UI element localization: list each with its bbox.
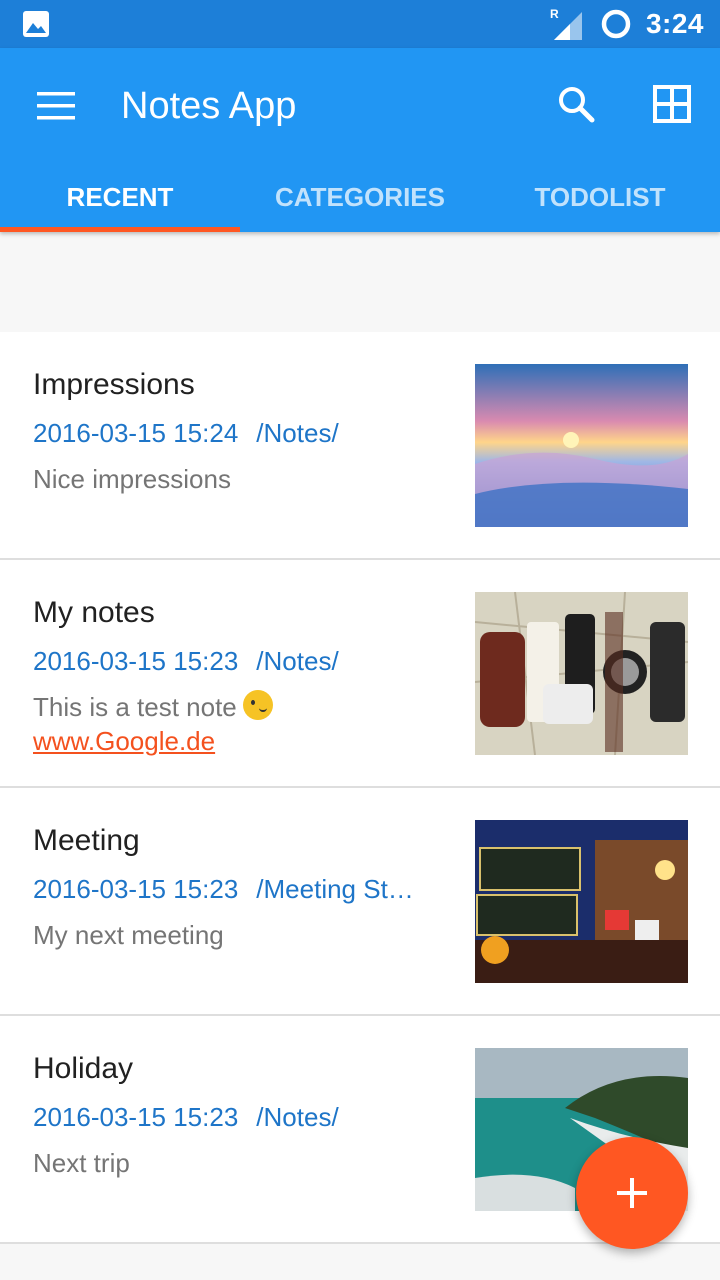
tab-categories[interactable]: CATEGORIES: [240, 164, 480, 232]
tab-bar: RECENT CATEGORIES TODOLIST: [0, 164, 720, 232]
status-time: 3:24: [645, 8, 704, 39]
note-body: Next trip: [33, 1148, 130, 1178]
note-title: My notes: [33, 596, 155, 629]
note-meta: 2016-03-15 15:23/Notes/: [33, 646, 443, 677]
note-date: 2016-03-15 15:23: [33, 646, 239, 676]
note-card-impressions[interactable]: Impressions 2016-03-15 15:24/Notes/ Nice…: [0, 332, 720, 560]
note-meta: 2016-03-15 15:24/Notes/: [33, 418, 443, 449]
tab-todolist[interactable]: TODOLIST: [480, 164, 720, 232]
image-icon: [23, 11, 49, 37]
note-category: /Notes/: [256, 1102, 339, 1132]
note-thumbnail-street: [475, 820, 688, 983]
note-title: Holiday: [33, 1052, 134, 1085]
menu-icon[interactable]: [36, 88, 76, 124]
note-date: 2016-03-15 15:23: [33, 874, 239, 904]
add-note-button[interactable]: [576, 1137, 688, 1249]
note-title: Impressions: [33, 368, 195, 401]
note-title: Meeting: [33, 824, 140, 857]
note-body-text: This is a test note: [33, 692, 237, 722]
note-card-meeting[interactable]: Meeting 2016-03-15 15:23/Meeting St… My …: [0, 788, 720, 1016]
app-bar: Notes App RECENT CATEGORIES TODOLIST: [0, 48, 720, 232]
note-date: 2016-03-15 15:23: [33, 1102, 239, 1132]
note-category: /Meeting St…: [256, 874, 414, 904]
svg-text:R: R: [550, 7, 559, 21]
note-body: Nice impressions: [33, 464, 231, 494]
note-date: 2016-03-15 15:24: [33, 418, 239, 448]
note-thumbnail-gadgets: [475, 592, 688, 755]
note-category: /Notes/: [256, 646, 339, 676]
wink-emoji-icon: [242, 690, 273, 720]
app-title: Notes App: [121, 85, 297, 127]
grid-view-icon[interactable]: [652, 84, 692, 124]
note-card-my-notes[interactable]: My notes 2016-03-15 15:23/Notes/ This is…: [0, 560, 720, 788]
search-icon[interactable]: [556, 84, 596, 124]
note-link[interactable]: www.Google.de: [33, 726, 215, 756]
tab-recent[interactable]: RECENT: [0, 164, 240, 232]
sync-icon: [601, 9, 631, 39]
note-thumbnail-sunset: [475, 364, 688, 527]
note-meta: 2016-03-15 15:23/Notes/: [33, 1102, 443, 1133]
status-bar: R 3:24: [0, 0, 720, 48]
add-icon: [617, 1178, 647, 1208]
signal-icon: R: [550, 7, 582, 40]
note-body: This is a test note www.Google.de: [33, 690, 453, 758]
notes-list: Impressions 2016-03-15 15:24/Notes/ Nice…: [0, 332, 720, 1244]
note-body: My next meeting: [33, 920, 224, 950]
note-meta: 2016-03-15 15:23/Meeting St…: [33, 874, 443, 905]
note-category: /Notes/: [256, 418, 339, 448]
